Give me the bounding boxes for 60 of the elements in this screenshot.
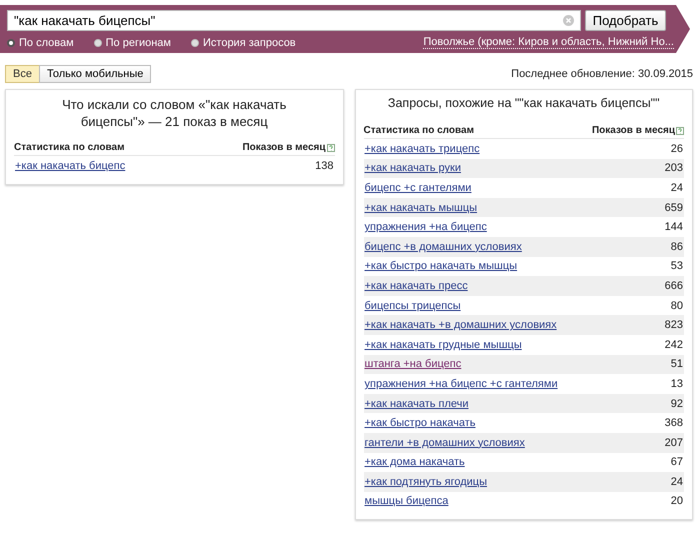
- keyword-link[interactable]: +как накачать грудные мышцы: [364, 338, 522, 351]
- count-cell: 20: [670, 495, 683, 508]
- search-button[interactable]: Подобрать: [585, 10, 666, 31]
- count-cell: 51: [670, 358, 683, 370]
- keyword-link[interactable]: +как подтянуть ягодицы: [364, 476, 487, 488]
- keyword-link[interactable]: гантели +в домашних условиях: [364, 436, 525, 449]
- count-cell: 53: [670, 260, 683, 272]
- panel-title: Что искали со словом «"как накачать бицепсы"» — 21 показ в месяц: [61, 96, 288, 130]
- count-cell: 138: [315, 160, 334, 172]
- keyword-link[interactable]: штанга +на бицепс: [364, 358, 462, 370]
- count-cell: 666: [664, 280, 683, 292]
- count-cell: 24: [670, 476, 683, 488]
- count-cell: 86: [670, 240, 683, 253]
- help-icon[interactable]: [676, 126, 684, 134]
- keyword-link[interactable]: +как накачать пресс: [364, 280, 468, 292]
- keyword-link[interactable]: бицепсы трицепсы: [364, 300, 461, 312]
- radio-label[interactable]: По регионам: [106, 36, 171, 48]
- panel-title: Запросы, похожие на ""как накачать бицепсы"": [386, 96, 661, 111]
- help-icon[interactable]: [326, 144, 334, 152]
- count-cell: 26: [670, 142, 683, 155]
- count-cell: 80: [670, 300, 683, 312]
- count-cell: 144: [664, 221, 683, 234]
- keyword-link[interactable]: +как дома накачать: [364, 456, 465, 468]
- column-header: Статистика по словам: [364, 125, 474, 136]
- filter-tab[interactable]: Все: [5, 65, 40, 83]
- column-header: Показов в месяц: [242, 142, 326, 153]
- keyword-link[interactable]: упражнения +на бицепс: [364, 221, 487, 234]
- count-cell: 203: [664, 162, 683, 174]
- count-cell: 659: [664, 202, 683, 214]
- search-field[interactable]: "как накачать бицепсы": [7, 10, 581, 31]
- count-cell: 13: [670, 378, 683, 390]
- count-cell: 67: [670, 456, 683, 468]
- count-cell: 368: [664, 417, 683, 430]
- keyword-link[interactable]: упражнения +на бицепс +с гантелями: [364, 378, 558, 390]
- radio-button[interactable]: [7, 38, 15, 46]
- count-cell: 92: [670, 398, 683, 410]
- keyword-link[interactable]: бицепс +в домашних условиях: [364, 240, 522, 253]
- keyword-link[interactable]: +как быстро накачать: [364, 417, 476, 430]
- keyword-link[interactable]: мышцы бицепса: [364, 495, 448, 508]
- keyword-link[interactable]: бицепс +с гантелями: [364, 182, 472, 194]
- count-cell: 242: [664, 338, 683, 351]
- filter-tab[interactable]: Только мобильные: [38, 65, 152, 83]
- keyword-link[interactable]: +как накачать мышцы: [364, 202, 478, 214]
- keyword-link[interactable]: +как накачать трицепс: [364, 142, 480, 155]
- last-update-text: Последнее обновление: 30.09.2015: [511, 68, 693, 80]
- keyword-link[interactable]: +как быстро накачать мышцы: [364, 260, 518, 272]
- region-link[interactable]: Поволжье (кроме: Киров и область, Нижний Но...: [423, 36, 674, 49]
- keyword-link[interactable]: +как накачать руки: [364, 162, 461, 174]
- radio-button[interactable]: [191, 38, 199, 46]
- radio-label[interactable]: История запросов: [203, 36, 296, 48]
- column-header: Показов в месяц: [592, 125, 675, 136]
- keyword-link[interactable]: +как накачать плечи: [364, 398, 469, 410]
- count-cell: 823: [664, 319, 683, 332]
- radio-button[interactable]: [94, 38, 102, 46]
- count-cell: 207: [664, 436, 683, 449]
- column-header: Статистика по словам: [14, 142, 124, 153]
- keyword-link[interactable]: +как накачать +в домашних условиях: [364, 319, 557, 332]
- radio-label[interactable]: По словам: [19, 36, 74, 48]
- keyword-link[interactable]: +как накачать бицепс: [15, 160, 126, 172]
- count-cell: 24: [670, 182, 683, 194]
